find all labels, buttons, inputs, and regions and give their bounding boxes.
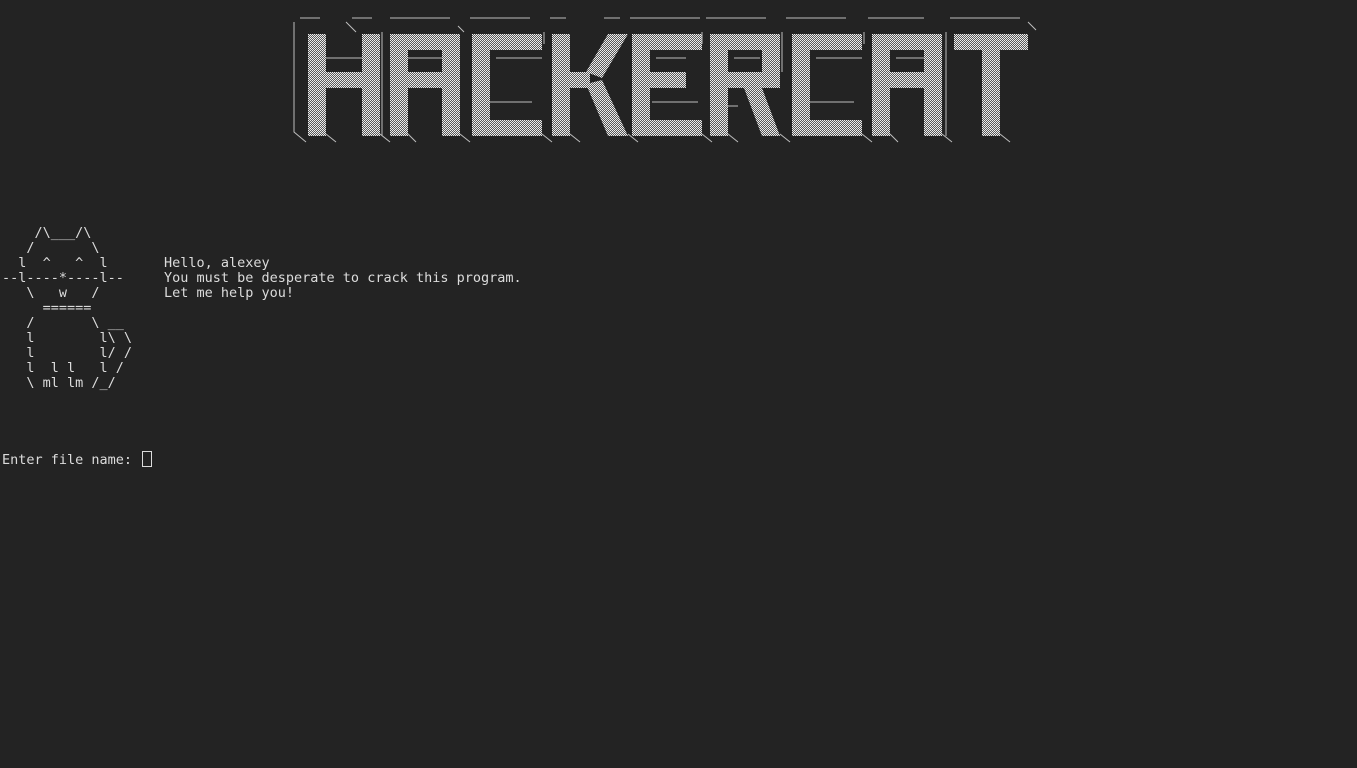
cat-ascii-art: /\___/\ / \ l ^ ^ l --l----*----l-- \ w … [2,225,133,391]
hackercat-logo [286,8,1046,148]
greeting-message: Hello, alexey You must be desperate to c… [164,256,522,301]
logo-art [293,17,1037,143]
greeting-line-2: You must be desperate to crack this prog… [164,270,522,286]
greeting-line-1: Hello, alexey [164,255,270,271]
prompt-label: Enter file name: [2,452,141,468]
file-name-prompt[interactable]: Enter file name: [2,451,153,468]
terminal-window[interactable]: /\___/\ / \ l ^ ^ l --l----*----l-- \ w … [0,0,1357,768]
text-cursor[interactable] [142,451,153,467]
greeting-line-3: Let me help you! [164,285,295,301]
